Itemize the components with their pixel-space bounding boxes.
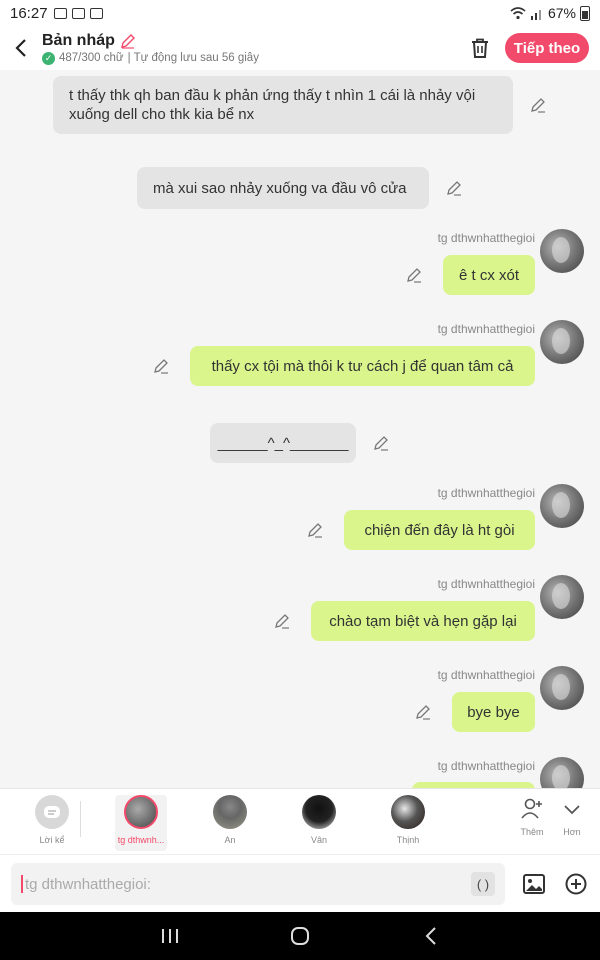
- system-nav-bar: [0, 912, 600, 960]
- character-selector[interactable]: Vân: [293, 795, 345, 851]
- add-character-button[interactable]: Thêm: [512, 797, 552, 847]
- speaker-name: tg dthwnhatthegioi: [437, 231, 535, 245]
- speaker-name: tg dthwnhatthegioi: [437, 322, 535, 336]
- chat-area[interactable]: t thấy thk qh ban đầu k phản ứng thấy t …: [0, 70, 600, 788]
- character-name: An: [224, 835, 236, 845]
- narration-bubble[interactable]: ______^_^_______: [210, 423, 356, 463]
- image-icon[interactable]: [522, 872, 546, 896]
- speaker-name: tg dthwnhatthegioi: [437, 577, 535, 591]
- battery-percent: 67%: [547, 5, 576, 21]
- draft-meta: ✓ 487/300 chữ | Tự động lưu sau 56 giây: [42, 51, 259, 65]
- more-label: Hơn: [563, 827, 581, 837]
- edit-message-icon[interactable]: [372, 434, 390, 452]
- weather-notification-icon: [71, 7, 85, 19]
- autosave-status: | Tự động lưu sau 56 giây: [127, 52, 259, 64]
- avatar: [540, 575, 584, 619]
- avatar: [391, 795, 425, 829]
- status-bar: 16:27 67%: [0, 0, 600, 26]
- character-bubble[interactable]: chào tạm biệt và hẹn gặp lại: [311, 601, 535, 641]
- avatar: [540, 320, 584, 364]
- divider: [80, 801, 81, 837]
- character-bubble[interactable]: chiện đến đây là ht gòi: [344, 510, 535, 550]
- avatar: [124, 795, 158, 829]
- narration-bubble[interactable]: mà xui sao nhảy xuống va đầu vô cửa: [137, 167, 429, 209]
- editor-header: Bản nháp ✓ 487/300 chữ | Tự động lưu sau…: [0, 26, 600, 70]
- back-button[interactable]: [0, 26, 42, 70]
- edit-message-icon[interactable]: [152, 357, 170, 375]
- trash-icon[interactable]: [468, 36, 492, 60]
- composer: ( ): [0, 854, 600, 912]
- speaker-name: tg dthwnhatthegioi: [437, 759, 535, 773]
- text-caret: [21, 875, 23, 893]
- speaker-name: tg dthwnhatthegioi: [437, 486, 535, 500]
- home-icon[interactable]: [288, 924, 312, 948]
- character-bubble[interactable]: bye bye: [452, 692, 535, 732]
- avatar: [540, 484, 584, 528]
- more-button[interactable]: Hơn: [552, 797, 592, 847]
- character-name: tg dthwnh...: [117, 835, 165, 845]
- title-block: Bản nháp ✓ 487/300 chữ | Tự động lưu sau…: [42, 32, 259, 65]
- character-bubble[interactable]: thấy cx tội mà thôi k tư cách j để quan …: [190, 346, 535, 386]
- narration-bubble[interactable]: t thấy thk qh ban đầu k phản ứng thấy t …: [53, 76, 513, 134]
- avatar: [302, 795, 336, 829]
- add-label: Thêm: [520, 827, 544, 837]
- narration-label: Lời kể: [39, 835, 65, 845]
- edit-message-icon[interactable]: [405, 266, 423, 284]
- speaker-name: tg dthwnhatthegioi: [437, 668, 535, 682]
- gallery-notification-icon: [53, 7, 67, 19]
- parenthesis-button[interactable]: ( ): [471, 872, 495, 896]
- recent-apps-icon[interactable]: [158, 924, 182, 948]
- chevron-left-icon: [15, 39, 26, 57]
- message-input[interactable]: [25, 875, 445, 893]
- avatar: [540, 229, 584, 273]
- edit-message-icon[interactable]: [273, 612, 291, 630]
- add-person-icon: [521, 798, 542, 819]
- back-nav-icon[interactable]: [420, 924, 444, 948]
- character-selector[interactable]: tg dthwnh...: [115, 795, 167, 851]
- battery-icon: [580, 5, 590, 21]
- signal-icon: [530, 9, 541, 20]
- edit-message-icon[interactable]: [414, 703, 432, 721]
- add-icon[interactable]: [564, 872, 588, 896]
- edit-message-icon[interactable]: [529, 96, 547, 114]
- page-title: Bản nháp: [42, 31, 115, 49]
- draft-title-row[interactable]: Bản nháp: [42, 32, 259, 50]
- character-name: Thịnh: [396, 835, 420, 845]
- character-bubble[interactable]: ê t cx xót: [443, 255, 535, 295]
- edit-message-icon[interactable]: [306, 521, 324, 539]
- edit-message-icon[interactable]: [445, 179, 463, 197]
- narration-selector[interactable]: Lời kể: [26, 795, 78, 851]
- character-bar: Lời kể tg dthwnh... An Vân Thịnh Thêm Hơ…: [0, 788, 600, 854]
- status-time: 16:27: [10, 4, 48, 22]
- chevron-down-icon: [564, 805, 580, 815]
- avatar: [540, 757, 584, 788]
- edit-title-icon[interactable]: [119, 32, 137, 50]
- character-name: Vân: [310, 835, 327, 845]
- narration-icon: [35, 795, 69, 829]
- character-selector[interactable]: Thịnh: [382, 795, 434, 851]
- avatar: [540, 666, 584, 710]
- check-icon: ✓: [42, 51, 55, 65]
- character-selector[interactable]: An: [204, 795, 256, 851]
- next-button[interactable]: Tiếp theo: [505, 33, 589, 63]
- wifi-icon: [510, 6, 526, 19]
- message-input-box[interactable]: ( ): [11, 863, 505, 905]
- avatar: [213, 795, 247, 829]
- word-count: 487/300 chữ: [59, 52, 124, 64]
- video-notification-icon: [89, 7, 103, 19]
